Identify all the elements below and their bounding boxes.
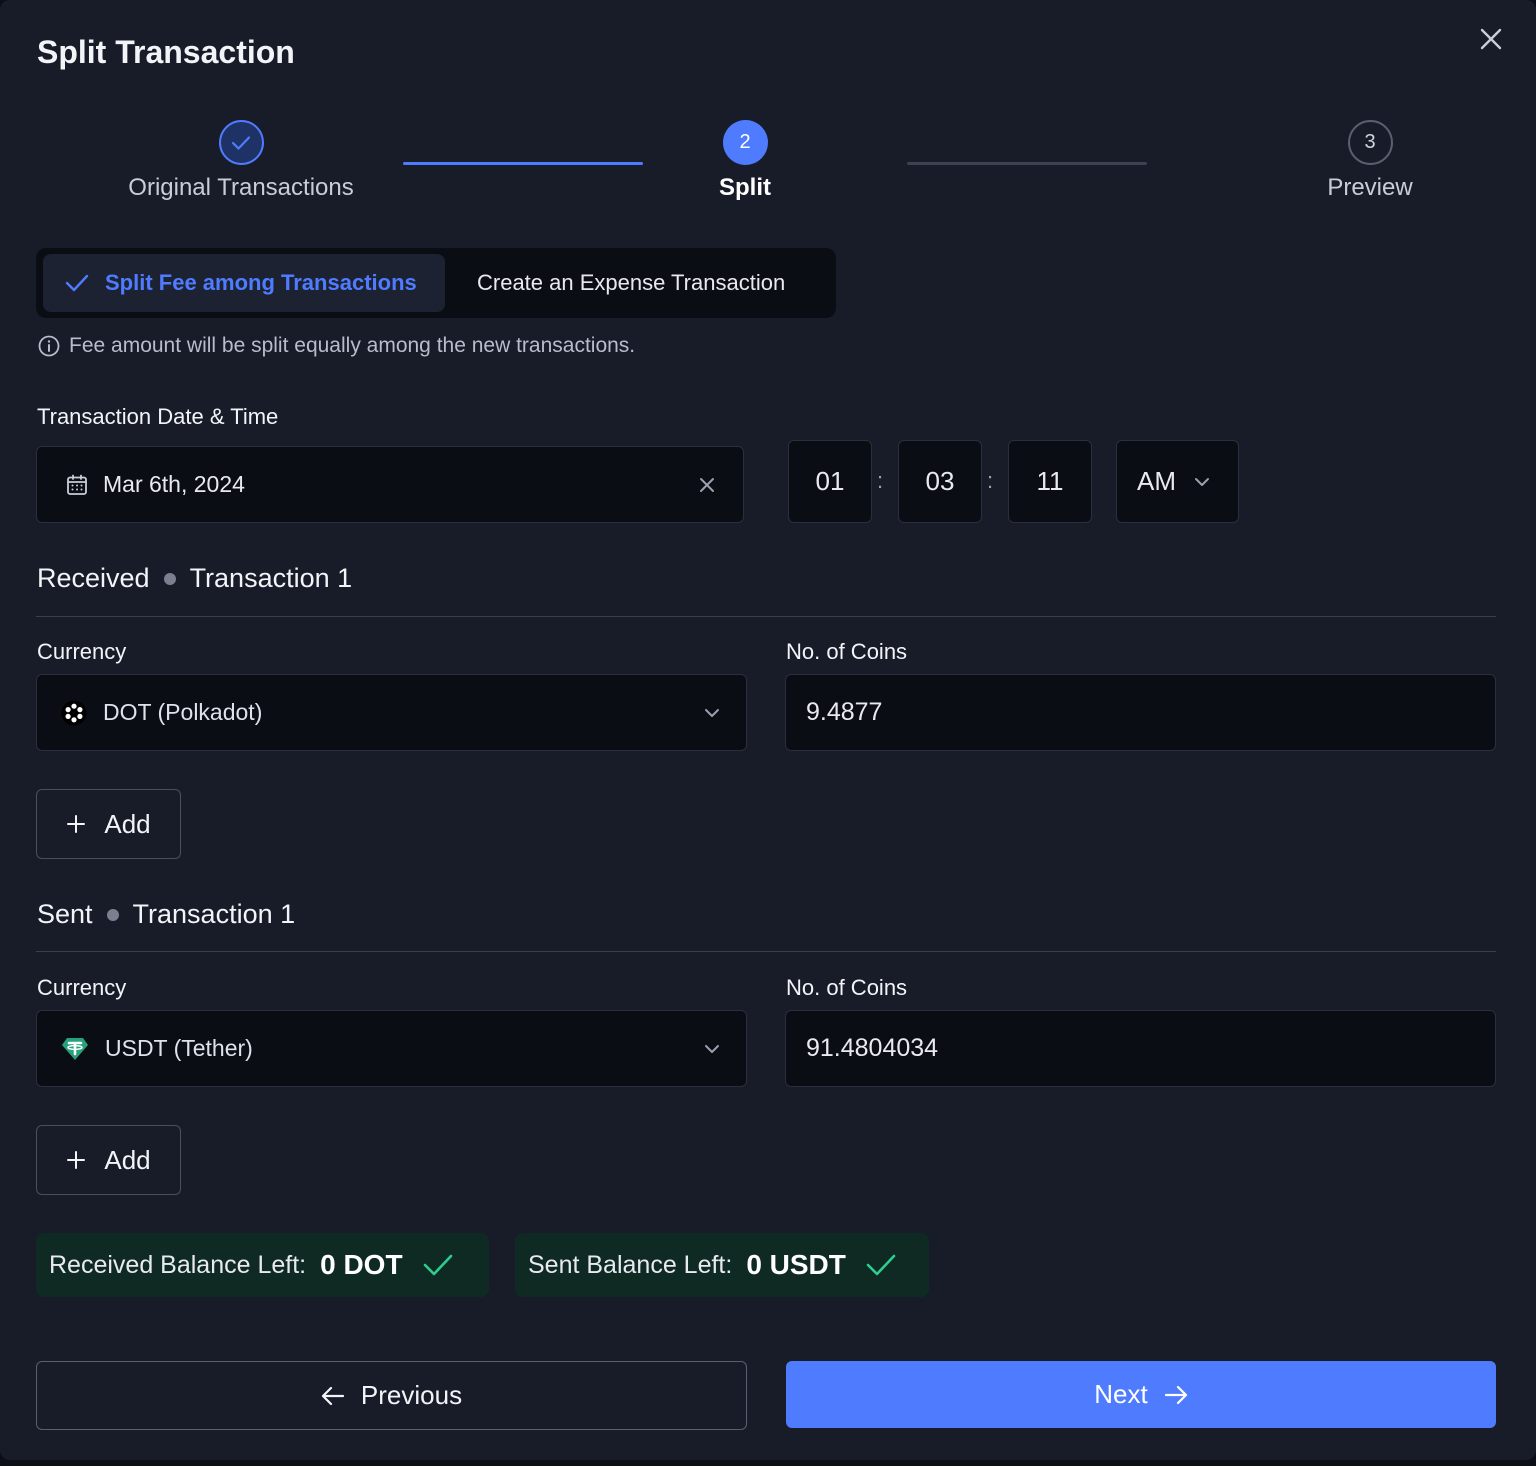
info-icon [38,335,60,357]
toggle-label: Split Fee among Transactions [105,270,417,295]
coins-label: No. of Coins [786,639,908,664]
previous-label: Previous [360,1380,463,1410]
received-transaction-header: Received Transaction 1 [37,563,352,594]
chevron-wrapper [704,1044,720,1054]
separator-dot [163,572,176,585]
balance-label: Received Balance Left: [49,1250,307,1279]
currency-label: Currency [37,975,127,1000]
transaction-title: Transaction 1 [132,899,296,929]
second-input[interactable]: 11 [1008,440,1092,523]
step-label: Preview [1327,174,1413,201]
received-currency-select[interactable]: DOT (Polkadot) [36,674,747,751]
meridiem-value: AM [1137,466,1176,496]
arrow-left-icon [321,1386,345,1405]
toggle-expense-transaction[interactable]: Create an Expense Transaction [456,254,830,312]
check-icon [866,1254,896,1276]
calendar-icon [67,474,87,495]
date-value: Mar 6th, 2024 [103,471,245,497]
check-icon [65,274,89,292]
close-icon [1480,28,1502,50]
previous-button[interactable]: Previous [36,1361,747,1430]
sent-balance-badge: Sent Balance Left: 0 USDT [515,1233,929,1297]
chevron-down-icon [705,708,719,717]
check-icon [423,1254,452,1276]
sent-currency-select[interactable]: USDT (Tether) [36,1010,747,1087]
currency-value: USDT (Tether) [105,1035,253,1061]
time-separator: : [987,468,994,493]
toggle-label: Create an Expense Transaction [477,270,786,295]
currency-value: DOT (Polkadot) [103,699,263,725]
divider [36,616,1496,617]
step-connector-complete [403,162,643,165]
received-balance-badge: Received Balance Left: 0 DOT [36,1233,489,1297]
time-separator: : [877,468,884,493]
datetime-label: Transaction Date & Time [37,404,279,429]
close-icon [700,477,714,492]
split-transaction-modal: Split Transaction Original Transactions … [0,0,1536,1460]
step-number: 3 [1347,120,1393,165]
arrow-right-icon [1164,1385,1187,1404]
chevron-wrapper [704,708,720,718]
step-label: Split [719,174,771,201]
step-split[interactable]: 2 Split [645,120,845,202]
currency-label: Currency [37,639,127,664]
balance-value: 0 DOT [320,1249,403,1280]
chevron-down-icon [1195,477,1209,486]
divider [36,951,1496,952]
step-connector-pending [907,162,1147,165]
transaction-title: Transaction 1 [189,563,353,593]
balance-label: Sent Balance Left: [528,1250,733,1279]
info-text: Fee amount will be split equally among t… [69,334,636,357]
add-label: Add [104,1144,151,1175]
balance-value: 0 USDT [746,1249,846,1280]
meridiem-select[interactable]: AM [1116,440,1239,523]
step-original-transactions[interactable]: Original Transactions [91,120,391,202]
received-coins-input[interactable]: 9.4877 [785,674,1496,751]
hour-input[interactable]: 01 [788,440,872,523]
plus-icon [67,815,86,833]
modal-title: Split Transaction [37,34,295,70]
add-received-button[interactable]: Add [36,789,181,859]
polkadot-icon [61,700,87,725]
minute-input[interactable]: 03 [898,440,982,523]
plus-icon [67,1151,86,1169]
next-label: Next [1094,1379,1148,1409]
close-button[interactable] [1474,22,1508,56]
fee-mode-toggle: Split Fee among Transactions Create an E… [36,248,836,318]
chevron-down-icon [705,1044,719,1053]
add-sent-button[interactable]: Add [36,1125,181,1195]
step-preview[interactable]: 3 Preview [1270,120,1470,202]
tether-icon [62,1037,88,1060]
toggle-split-fee[interactable]: Split Fee among Transactions [43,254,445,312]
check-icon [231,135,251,150]
sent-coins-input[interactable]: 91.4804034 [785,1010,1496,1087]
coins-label: No. of Coins [786,975,908,1000]
add-label: Add [104,808,151,839]
step-complete-circle [218,120,264,165]
step-label: Original Transactions [128,174,354,201]
transaction-type: Received [37,563,150,593]
step-number: 2 [722,120,768,165]
fee-info-note: Fee amount will be split equally among t… [37,334,635,358]
sent-transaction-header: Sent Transaction 1 [37,899,295,930]
next-button[interactable]: Next [786,1361,1496,1428]
date-picker[interactable]: Mar 6th, 2024 [36,446,744,523]
transaction-type: Sent [37,899,93,929]
clear-date-button[interactable] [699,477,715,493]
separator-dot [106,908,119,921]
